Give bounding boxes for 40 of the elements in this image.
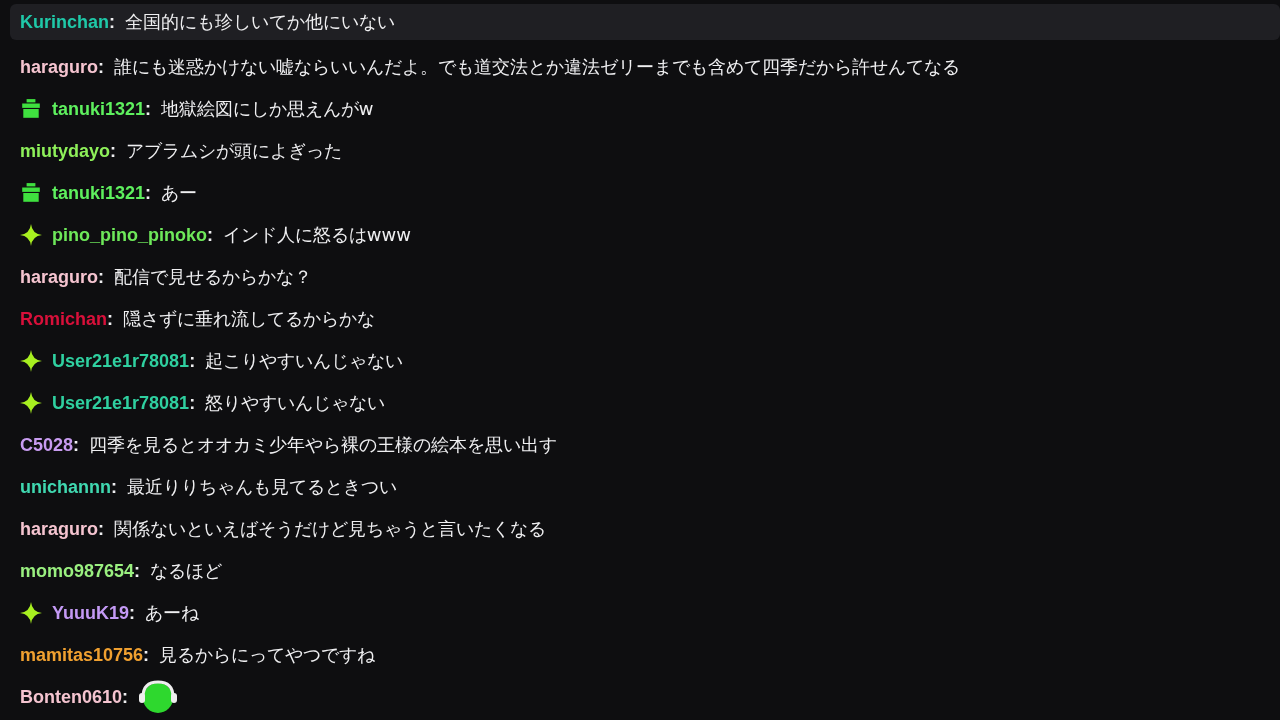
username[interactable]: haraguro xyxy=(20,518,98,540)
username[interactable]: pino_pino_pinoko xyxy=(52,224,207,246)
message-text: : 四季を見るとオオカミ少年やら裸の王様の絵本を思い出す xyxy=(73,433,557,457)
message-text: : あーね xyxy=(129,601,199,625)
message-text: : 最近りりちゃんも見てるときつい xyxy=(111,475,397,499)
message-text: : 見るからにってやつですね xyxy=(143,643,375,667)
message-text: : 怒りやすいんじゃない xyxy=(189,391,385,415)
gift-badge-icon xyxy=(20,98,42,120)
sparkle-badge-icon xyxy=(20,224,42,246)
message-text: : 地獄絵図にしか思えんがw xyxy=(145,97,374,121)
username[interactable]: unichannn xyxy=(20,476,111,498)
username[interactable]: haraguro xyxy=(20,266,98,288)
username[interactable]: YuuuK19 xyxy=(52,602,130,624)
message-text: : あー xyxy=(145,181,197,205)
username[interactable]: Kurinchan xyxy=(20,11,109,33)
username[interactable]: Romichan xyxy=(20,308,107,330)
username[interactable]: tanuki1321 xyxy=(52,98,146,120)
username[interactable]: tanuki1321 xyxy=(52,182,146,204)
sparkle-badge-icon xyxy=(20,350,42,372)
message-text: : 関係ないといえばそうだけど見ちゃうと言いたくなる xyxy=(98,517,546,541)
username[interactable]: momo987654 xyxy=(20,560,135,582)
sparkle-badge-icon xyxy=(20,392,42,414)
username[interactable]: User21e1r78081 xyxy=(52,392,190,414)
username[interactable]: mamitas10756 xyxy=(20,644,144,666)
message-text: : 起こりやすいんじゃない xyxy=(189,349,403,373)
username[interactable]: User21e1r78081 xyxy=(52,350,190,372)
message-text: : インド人に怒るはwww xyxy=(207,223,411,247)
message-text: : 配信で見せるからかな？ xyxy=(98,265,312,289)
username[interactable]: haraguro xyxy=(20,56,98,78)
message-text: : xyxy=(122,686,130,708)
username[interactable]: C5028 xyxy=(20,434,74,456)
message-text: : 隠さずに垂れ流してるからかな xyxy=(107,307,375,331)
message-text: : なるほど xyxy=(134,559,222,583)
message-text: : 全国的にも珍しいてか他にいない xyxy=(109,10,395,34)
message-text: : 誰にも迷惑かけない嘘ならいいんだよ。でも道交法とか違法ゼリーまでも含めて四季だから許せんてなる xyxy=(98,55,960,79)
username[interactable]: miutydayo xyxy=(20,140,111,162)
gift-badge-icon xyxy=(20,182,42,204)
sparkle-badge-icon xyxy=(20,602,42,624)
message-text: : アブラムシが頭によぎった xyxy=(110,139,342,163)
username[interactable]: Bonten0610 xyxy=(20,686,123,708)
